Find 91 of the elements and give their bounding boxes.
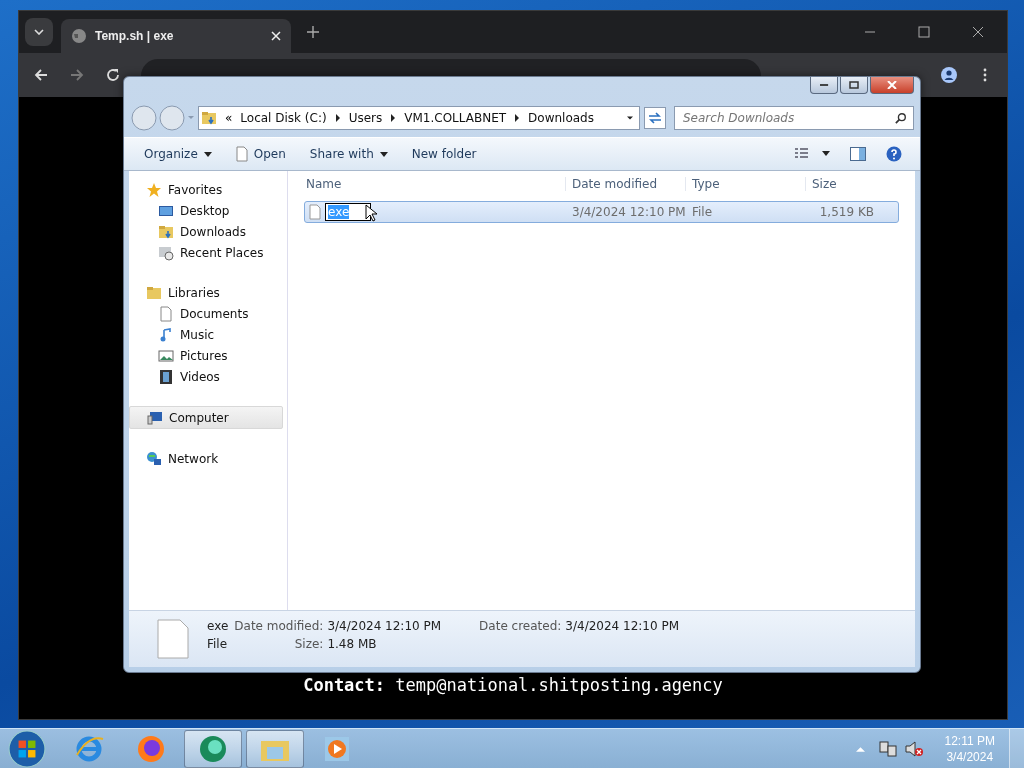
restore-button[interactable] bbox=[840, 77, 868, 94]
close-icon bbox=[887, 81, 897, 89]
breadcrumb-arrow-icon[interactable] bbox=[390, 114, 397, 122]
breadcrumb-item[interactable]: Downloads bbox=[528, 111, 594, 125]
clock-icon bbox=[158, 244, 174, 261]
cursor-icon bbox=[365, 204, 377, 222]
taskbar-button[interactable] bbox=[246, 729, 304, 768]
clock-date: 3/4/2024 bbox=[946, 748, 994, 765]
document-icon bbox=[158, 305, 174, 322]
start-button[interactable] bbox=[8, 729, 46, 768]
close-button[interactable] bbox=[870, 77, 914, 94]
breadcrumb-item[interactable]: Local Disk (C:) bbox=[240, 111, 327, 125]
chevron-down-icon bbox=[34, 29, 44, 35]
field-value: 3/4/2024 12:10 PM bbox=[327, 619, 442, 633]
table-cell-text: 1,519 KB bbox=[818, 205, 875, 219]
breadcrumb-item[interactable]: Users bbox=[348, 111, 383, 125]
preview-pane-icon[interactable] bbox=[850, 146, 866, 162]
toolbar-button[interactable]: New folder bbox=[401, 143, 487, 165]
refresh-button[interactable] bbox=[644, 107, 666, 129]
address-bar[interactable]: « Local Disk (C:) Users VM1.COLLABNET Downloads bbox=[198, 106, 640, 130]
music-note-icon bbox=[158, 326, 174, 343]
search-icon bbox=[895, 112, 907, 124]
muted-speaker-icon[interactable] bbox=[904, 739, 923, 758]
column-header[interactable]: Date modified bbox=[565, 177, 685, 191]
nav-item[interactable]: Desktop bbox=[129, 200, 283, 221]
computer-icon bbox=[147, 409, 163, 426]
table-cell-text: 3/4/2024 12:10 PM bbox=[571, 205, 686, 219]
globe-icon bbox=[71, 28, 87, 44]
new-tab-icon[interactable] bbox=[307, 26, 319, 38]
taskbar-button[interactable] bbox=[184, 729, 242, 768]
nav-item[interactable]: Computer bbox=[129, 406, 283, 429]
folder-icon bbox=[158, 223, 174, 240]
file-icon bbox=[157, 619, 189, 659]
nav-item[interactable]: Documents bbox=[129, 303, 283, 324]
help-icon[interactable] bbox=[886, 146, 902, 162]
table-cell-text: File bbox=[691, 205, 714, 219]
address-bar[interactable] bbox=[141, 59, 761, 77]
field-label: Date created: bbox=[479, 619, 562, 633]
image-icon bbox=[158, 347, 174, 364]
overflow-chevron[interactable]: « bbox=[225, 111, 233, 125]
nav-item[interactable]: Favorites bbox=[129, 179, 283, 200]
back-arrow-icon[interactable] bbox=[33, 67, 49, 83]
toolbar-button[interactable]: Organize bbox=[134, 143, 222, 165]
file-icon bbox=[235, 146, 248, 162]
nav-item[interactable]: Libraries bbox=[129, 282, 283, 303]
folder-icon bbox=[146, 284, 162, 301]
maximize-icon[interactable] bbox=[918, 26, 930, 38]
caret-icon bbox=[379, 151, 388, 157]
nav-item[interactable]: Music bbox=[129, 324, 283, 345]
minimize-icon bbox=[819, 83, 829, 87]
file-type: File bbox=[207, 637, 229, 651]
minimize-button[interactable] bbox=[810, 77, 838, 94]
file-name: exe bbox=[207, 619, 229, 633]
tab-search-button[interactable] bbox=[25, 18, 53, 46]
column-header[interactable]: Name bbox=[304, 177, 565, 191]
forward-arrow-icon[interactable] bbox=[69, 67, 85, 83]
nav-item[interactable]: Videos bbox=[129, 366, 283, 387]
browser-tab[interactable]: Temp.sh | exe bbox=[61, 19, 291, 53]
field-value: 1.48 MB bbox=[327, 637, 378, 651]
folder-icon bbox=[201, 110, 217, 126]
breadcrumb-arrow-icon[interactable] bbox=[514, 114, 521, 122]
nav-item[interactable]: Downloads bbox=[129, 221, 283, 242]
field-label: Date modified: bbox=[234, 619, 324, 633]
close-icon[interactable] bbox=[972, 26, 984, 38]
search-field[interactable]: Search Downloads bbox=[674, 106, 914, 130]
clock-time: 12:11 PM bbox=[944, 732, 995, 749]
contact-text: Contact: temp@national.shitposting.agency bbox=[303, 675, 723, 695]
nav-item[interactable]: Network bbox=[129, 448, 283, 469]
toolbar-button[interactable]: Share with bbox=[299, 143, 398, 165]
view-options-icon[interactable] bbox=[794, 147, 830, 161]
profile-icon[interactable] bbox=[941, 67, 957, 83]
nav-item[interactable]: Recent Places bbox=[129, 242, 283, 263]
file-row[interactable]: exe 3/4/2024 12:10 PM File 1,519 KB bbox=[304, 201, 899, 223]
column-header[interactable]: Type bbox=[685, 177, 805, 191]
column-header[interactable]: Size bbox=[805, 177, 877, 191]
nav-item[interactable]: Pictures bbox=[129, 345, 283, 366]
dropdown-arrow-icon[interactable] bbox=[627, 114, 633, 122]
restore-icon bbox=[849, 81, 859, 89]
breadcrumb-arrow-icon[interactable] bbox=[334, 114, 341, 122]
tab-title: Temp.sh | exe bbox=[95, 29, 175, 43]
globe-icon bbox=[146, 450, 162, 467]
file-icon bbox=[309, 204, 321, 220]
field-label: Size: bbox=[293, 637, 324, 651]
field-value: 3/4/2024 12:10 PM bbox=[565, 619, 680, 633]
reload-icon[interactable] bbox=[105, 67, 121, 83]
network-icon[interactable] bbox=[878, 739, 897, 758]
toolbar-button[interactable]: Open bbox=[225, 142, 296, 166]
star-icon bbox=[146, 181, 162, 198]
breadcrumb-item[interactable]: VM1.COLLABNET bbox=[404, 111, 507, 125]
caret-icon bbox=[203, 151, 212, 157]
film-icon bbox=[158, 368, 174, 385]
